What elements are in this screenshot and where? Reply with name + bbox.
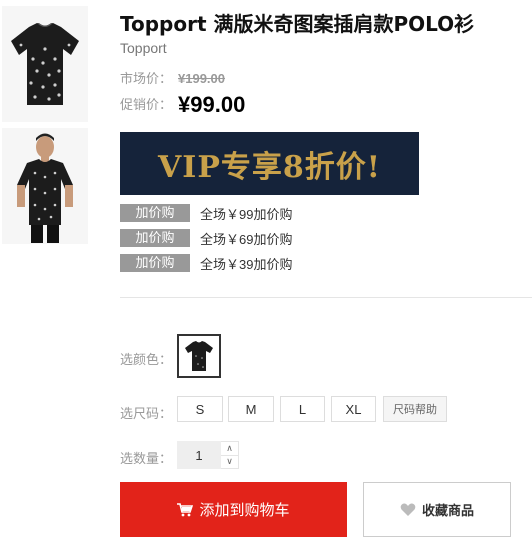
promo-price: ¥99.00 [178, 92, 246, 117]
section-divider [120, 297, 532, 298]
add-buy-tag: 加价购 [120, 229, 190, 247]
thumbnail-model[interactable] [2, 128, 88, 244]
thumbnail-list [2, 6, 88, 244]
cart-icon [177, 502, 194, 517]
promo-price-row: 促销价： ¥99.00 [120, 92, 245, 118]
favorite-label: 收藏商品 [421, 503, 474, 518]
size-option-xl[interactable]: XL [331, 396, 376, 422]
promo-price-label: 促销价： [120, 97, 173, 112]
size-option-s[interactable]: S [177, 396, 223, 422]
size-option-m[interactable]: M [228, 396, 274, 422]
add-buy-text[interactable]: 全场￥99加价购 [200, 204, 292, 223]
quantity-input[interactable]: 1 [177, 441, 221, 469]
thumbnail-shirt[interactable] [2, 6, 88, 122]
size-option-l[interactable]: L [280, 396, 325, 422]
color-swatch-selected[interactable] [177, 334, 221, 378]
vip-banner-text: VIP专享8折价! [158, 149, 381, 185]
market-price: ¥199.00 [178, 71, 226, 86]
add-buy-tag: 加价购 [120, 204, 190, 222]
size-help-button[interactable]: 尺码帮助 [383, 396, 447, 422]
favorite-button[interactable]: 收藏商品 [363, 482, 511, 537]
add-buy-row: 加价购 全场￥69加价购 [120, 229, 520, 247]
vip-banner[interactable]: VIP专享8折价! [120, 132, 419, 195]
heart-icon [400, 503, 416, 517]
quantity-label: 选数量： [120, 451, 173, 466]
add-buy-text[interactable]: 全场￥39加价购 [200, 254, 292, 273]
market-price-label: 市场价： [120, 71, 173, 86]
market-price-row: 市场价： ¥199.00 [120, 68, 225, 87]
add-to-cart-button[interactable]: 添加到购物车 [120, 482, 347, 537]
quantity-arrows: ∧ ∨ [221, 441, 239, 469]
product-title: Topport 满版米奇图案插肩款POLO衫 [120, 12, 475, 36]
quantity-stepper: 1 ∧ ∨ [177, 441, 239, 469]
size-label: 选尺码： [120, 406, 173, 421]
add-buy-row: 加价购 全场￥99加价购 [120, 204, 520, 222]
add-buy-text[interactable]: 全场￥69加价购 [200, 229, 292, 248]
add-to-cart-label: 添加到购物车 [199, 502, 290, 519]
add-buy-tag: 加价购 [120, 254, 190, 272]
chevron-down-icon[interactable]: ∨ [221, 454, 238, 469]
add-buy-row: 加价购 全场￥39加价购 [120, 254, 520, 272]
color-label: 选颜色： [120, 352, 173, 367]
chevron-up-icon[interactable]: ∧ [221, 442, 238, 455]
shirt-swatch-icon [185, 341, 213, 371]
product-brand: Topport [120, 40, 167, 56]
